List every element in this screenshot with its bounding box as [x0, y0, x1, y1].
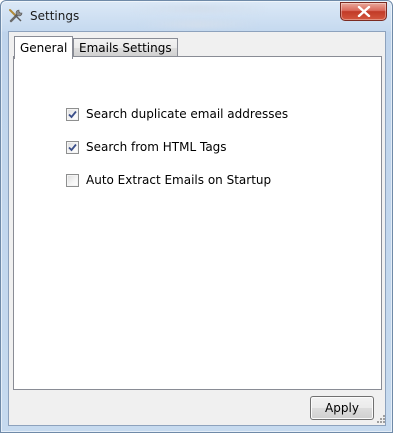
title-bar[interactable]: Settings	[1, 1, 392, 31]
option-search-html-tags[interactable]: Search from HTML Tags	[66, 140, 227, 154]
checkbox-label: Search from HTML Tags	[86, 140, 227, 154]
checkbox[interactable]	[66, 173, 79, 187]
option-search-duplicates[interactable]: Search duplicate email addresses	[66, 107, 288, 121]
close-button[interactable]	[340, 2, 387, 21]
checkbox-label: Search duplicate email addresses	[86, 107, 289, 121]
checkmark-icon	[68, 143, 77, 151]
checkbox[interactable]	[66, 140, 79, 154]
blurred-text-decoration	[129, 5, 269, 13]
blurred-text-decoration	[137, 20, 259, 28]
tab-emails-settings[interactable]: Emails Settings	[73, 38, 178, 57]
window-title: Settings	[30, 9, 80, 23]
close-icon	[357, 6, 371, 17]
tab-general[interactable]: General	[14, 36, 74, 59]
resize-grip-icon[interactable]	[376, 413, 386, 423]
checkbox-label: Auto Extract Emails on Startup	[86, 173, 272, 187]
tab-panel-general: Search duplicate email addresses Search …	[13, 56, 382, 390]
tab-label: Emails Settings	[79, 41, 172, 55]
settings-window: Settings General Emails Settings Search …	[0, 0, 393, 433]
apply-button[interactable]: Apply	[310, 396, 374, 420]
tab-label: General	[20, 41, 68, 55]
checkmark-icon	[68, 110, 77, 118]
option-auto-extract[interactable]: Auto Extract Emails on Startup	[66, 173, 271, 187]
window-content: General Emails Settings Search duplicate…	[8, 31, 386, 426]
checkbox[interactable]	[66, 107, 79, 121]
tools-icon	[8, 8, 24, 24]
